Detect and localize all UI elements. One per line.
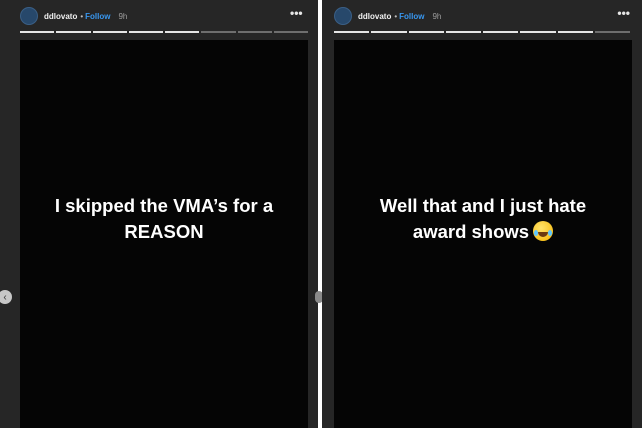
- follow-button[interactable]: Follow: [399, 12, 424, 21]
- username[interactable]: ddlovato: [358, 12, 391, 21]
- story-text-wrapper: Well that and I just hate award shows: [353, 193, 613, 245]
- username[interactable]: ddlovato: [44, 12, 77, 21]
- progress-segment: [201, 31, 236, 33]
- progress-segment: [371, 31, 407, 33]
- story-text: I skipped the VMA’s for a REASON: [54, 195, 274, 242]
- progress-segment: [445, 31, 481, 33]
- progress-segment: [56, 31, 91, 33]
- avatar[interactable]: [334, 7, 352, 25]
- story-panel-right: ddlovato • Follow 9h ••• Well that and I…: [322, 0, 642, 428]
- progress-segment: [128, 31, 163, 33]
- story-content[interactable]: I skipped the VMA’s for a REASON: [20, 40, 308, 428]
- more-options-icon[interactable]: •••: [617, 7, 630, 19]
- timestamp: 9h: [432, 11, 442, 21]
- progress-segment: [594, 31, 630, 33]
- progress-segment: [237, 31, 272, 33]
- avatar[interactable]: [20, 7, 38, 25]
- progress-segment: [520, 31, 556, 33]
- progress-segment: [20, 31, 55, 33]
- separator-dot: •: [80, 11, 84, 21]
- progress-segment: [483, 31, 519, 33]
- timestamp: 9h: [118, 11, 128, 21]
- more-options-icon[interactable]: •••: [290, 7, 303, 19]
- story-header: ddlovato • Follow 9h: [334, 5, 441, 27]
- progress-segment: [334, 31, 370, 33]
- progress-segment: [92, 31, 127, 33]
- progress-segment: [557, 31, 593, 33]
- story-text: Well that and I just hate award shows: [379, 195, 587, 242]
- follow-button[interactable]: Follow: [85, 12, 110, 21]
- previous-story-icon[interactable]: ‹: [0, 290, 12, 304]
- story-panel-left: ddlovato • Follow 9h ••• I skipped the V…: [0, 0, 318, 428]
- story-progress-bar: [334, 31, 630, 33]
- laughing-emoji-icon: [533, 221, 554, 241]
- separator-dot: •: [394, 11, 398, 21]
- story-header: ddlovato • Follow 9h: [20, 5, 127, 27]
- progress-segment: [165, 31, 200, 33]
- progress-segment: [273, 31, 308, 33]
- story-content[interactable]: Well that and I just hate award shows: [334, 40, 632, 428]
- story-progress-bar: [20, 31, 308, 33]
- progress-segment: [408, 31, 444, 33]
